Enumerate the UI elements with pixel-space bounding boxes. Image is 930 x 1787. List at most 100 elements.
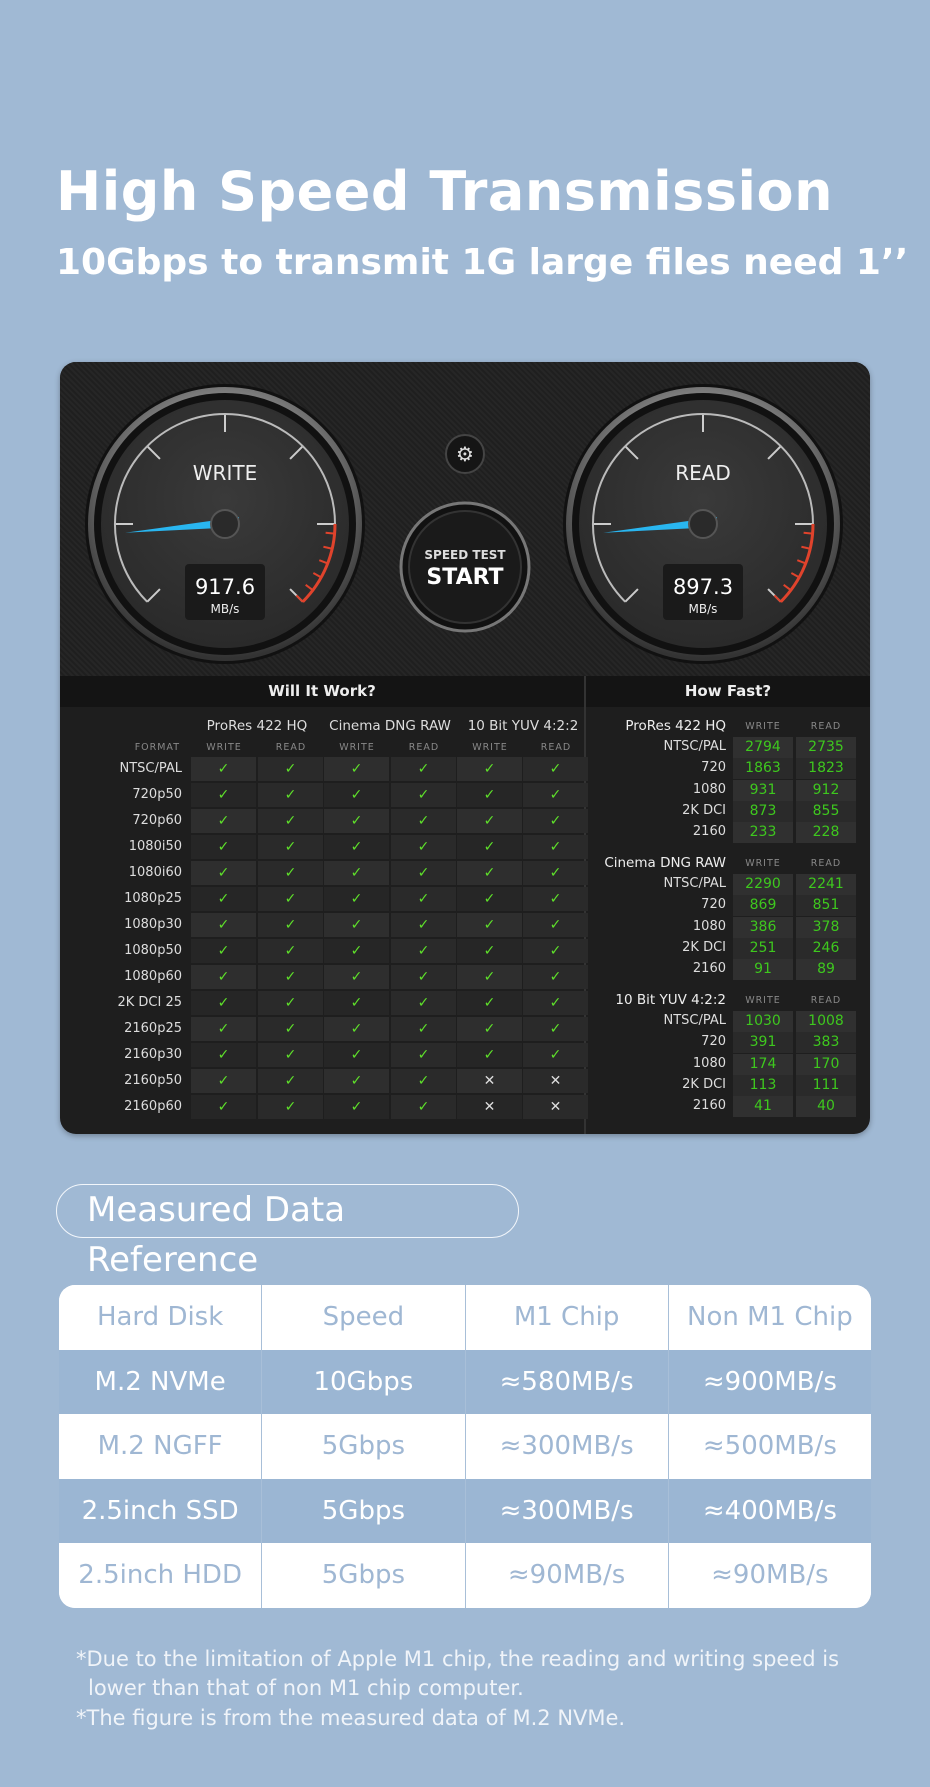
format-label: 720p50 <box>132 787 182 802</box>
format-label: 2K DCI <box>682 1076 726 1092</box>
check-icon: ✓ <box>324 809 389 833</box>
format-label: 1080 <box>692 781 726 797</box>
check-icon: ✓ <box>191 1043 256 1067</box>
check-icon: ✓ <box>191 783 256 807</box>
table-row: M.2 NGFF 5Gbps ≈300MB/s ≈500MB/s <box>59 1414 871 1479</box>
check-icon: ✓ <box>523 1017 588 1041</box>
format-label: 720 <box>701 760 726 776</box>
check-icon: ✓ <box>191 991 256 1015</box>
format-label: 1080i50 <box>128 839 182 854</box>
gauge-value: 897.3 <box>673 575 733 599</box>
read-speed: 246 <box>796 937 856 959</box>
will-it-work-title: Will It Work? <box>60 676 584 707</box>
table-row: M.2 NVMe 10Gbps ≈580MB/s ≈900MB/s <box>59 1349 871 1415</box>
table-header-row: Hard Disk Speed M1 Chip Non M1 Chip <box>59 1285 871 1350</box>
section-title-pill: Measured Data Reference <box>56 1184 519 1280</box>
write-speed: 91 <box>733 959 793 981</box>
check-icon: ✓ <box>191 1095 256 1119</box>
check-icon: ✓ <box>457 757 522 781</box>
check-icon: ✓ <box>391 783 456 807</box>
write-header: WRITE <box>745 858 781 869</box>
format-label: 2160p50 <box>124 1073 182 1088</box>
check-icon: ✓ <box>391 913 456 937</box>
format-header: FORMAT <box>134 742 180 753</box>
check-icon: ✓ <box>324 939 389 963</box>
cross-icon: ✕ <box>457 1069 522 1093</box>
check-icon: ✓ <box>324 1043 389 1067</box>
speed-test-panel: WRITE 917.6 MB/s READ 897.3 MB/s ⚙ SPEED TEST… <box>60 362 870 1134</box>
read-speed: 855 <box>796 800 856 822</box>
codec-header: ProRes 422 HQ <box>206 718 308 734</box>
check-icon: ✓ <box>391 939 456 963</box>
read-speed: 111 <box>796 1074 856 1096</box>
settings-button[interactable]: ⚙ <box>445 434 485 474</box>
table-cell: ≈300MB/s <box>465 1478 669 1544</box>
check-icon: ✓ <box>523 965 588 989</box>
gear-icon: ⚙ <box>456 442 474 466</box>
table-cell: ≈580MB/s <box>465 1349 669 1415</box>
check-icon: ✓ <box>191 939 256 963</box>
page-title: High Speed Transmission <box>56 160 834 223</box>
codec-header: ProRes 422 HQ <box>625 718 726 734</box>
check-icon: ✓ <box>457 965 522 989</box>
write-speed: 113 <box>733 1074 793 1096</box>
cross-icon: ✕ <box>523 1095 588 1119</box>
check-icon: ✓ <box>324 1095 389 1119</box>
check-icon: ✓ <box>391 1017 456 1041</box>
gauge-unit: MB/s <box>211 602 240 616</box>
read-speed: 2241 <box>796 874 856 895</box>
check-icon: ✓ <box>457 783 522 807</box>
read-speed: 40 <box>796 1096 856 1118</box>
read-speed: 912 <box>796 779 856 801</box>
table-cell: 5Gbps <box>262 1414 466 1479</box>
check-icon: ✓ <box>391 991 456 1015</box>
read-speed: 383 <box>796 1032 856 1054</box>
check-icon: ✓ <box>523 991 588 1015</box>
gauge-area: WRITE 917.6 MB/s READ 897.3 MB/s ⚙ SPEED TEST… <box>60 362 870 676</box>
read-speed: 2735 <box>796 737 856 758</box>
read-speed: 170 <box>796 1053 856 1075</box>
check-icon: ✓ <box>258 757 323 781</box>
check-icon: ✓ <box>523 757 588 781</box>
check-icon: ✓ <box>324 783 389 807</box>
start-button[interactable]: SPEED TEST START <box>399 501 531 633</box>
subcol-header: READ <box>540 742 572 753</box>
format-label: 1080p50 <box>124 943 182 958</box>
check-icon: ✓ <box>258 887 323 911</box>
check-icon: ✓ <box>191 809 256 833</box>
table-cell: M1 Chip <box>465 1285 669 1350</box>
check-icon: ✓ <box>523 861 588 885</box>
check-icon: ✓ <box>258 809 323 833</box>
write-speed: 873 <box>733 800 793 822</box>
table-cell: 2.5inch HDD <box>59 1543 263 1608</box>
check-icon: ✓ <box>191 757 256 781</box>
check-icon: ✓ <box>324 1069 389 1093</box>
table-cell: 5Gbps <box>262 1478 466 1544</box>
check-icon: ✓ <box>391 887 456 911</box>
check-icon: ✓ <box>391 965 456 989</box>
table-cell: ≈400MB/s <box>668 1478 871 1544</box>
write-speed: 2794 <box>733 737 793 758</box>
table-cell: M.2 NGFF <box>59 1414 263 1479</box>
check-icon: ✓ <box>391 1095 456 1119</box>
check-icon: ✓ <box>457 861 522 885</box>
format-label: 1080p60 <box>124 969 182 984</box>
check-icon: ✓ <box>258 835 323 859</box>
table-cell: ≈90MB/s <box>668 1543 871 1608</box>
gauge-unit: MB/s <box>689 602 718 616</box>
gauge-label: READ <box>675 461 731 485</box>
format-label: 2160 <box>692 961 726 977</box>
table-cell: M.2 NVMe <box>59 1349 263 1415</box>
format-label: NTSC/PAL <box>663 876 726 891</box>
table-cell: ≈90MB/s <box>465 1543 669 1608</box>
check-icon: ✓ <box>191 887 256 911</box>
check-icon: ✓ <box>523 939 588 963</box>
check-icon: ✓ <box>258 913 323 937</box>
check-icon: ✓ <box>457 835 522 859</box>
check-icon: ✓ <box>457 913 522 937</box>
check-icon: ✓ <box>258 991 323 1015</box>
table-cell: ≈500MB/s <box>668 1414 871 1479</box>
check-icon: ✓ <box>258 861 323 885</box>
table-cell: ≈900MB/s <box>668 1349 871 1415</box>
check-icon: ✓ <box>391 861 456 885</box>
